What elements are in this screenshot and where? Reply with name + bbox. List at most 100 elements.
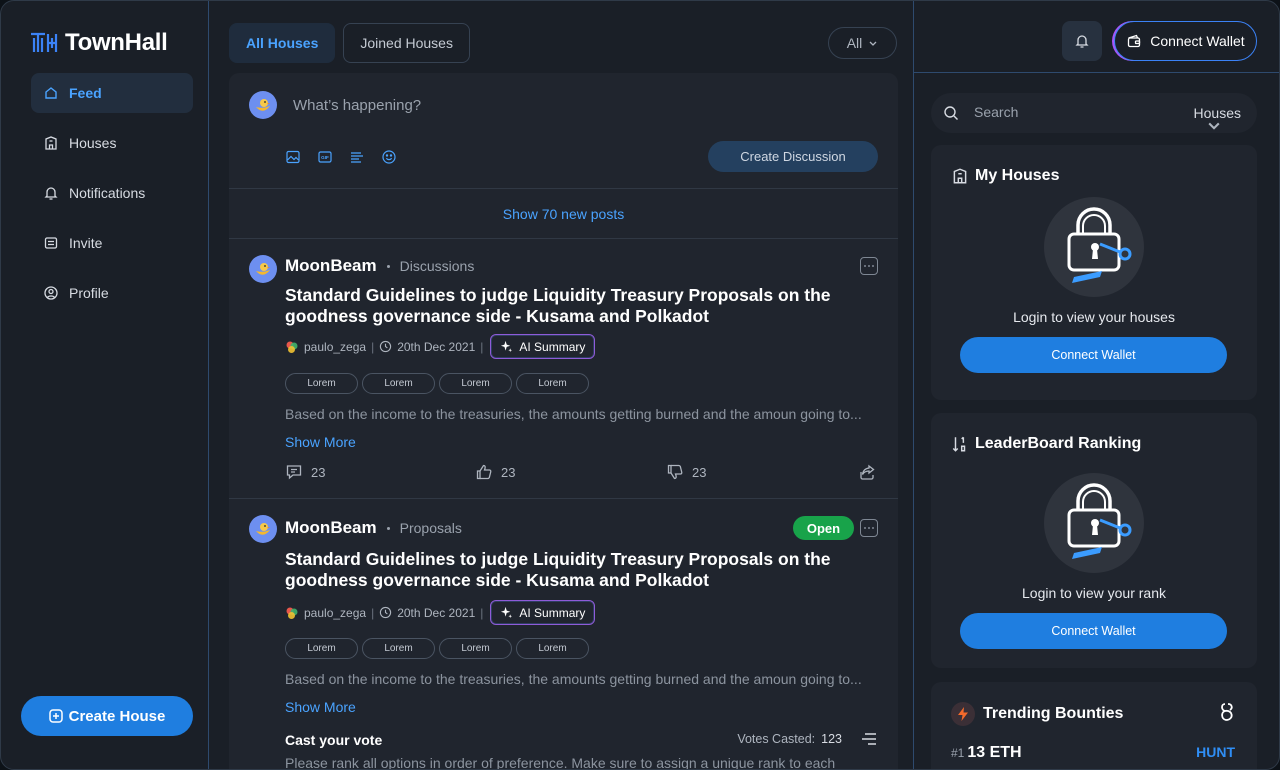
tab-all-houses[interactable]: All Houses xyxy=(229,23,336,63)
sidebar-item-label: Houses xyxy=(69,135,117,151)
post-excerpt: Based on the income to the treasuries, t… xyxy=(285,406,862,422)
post-username[interactable]: paulo_zega xyxy=(304,606,366,620)
bounties-title: Trending Bounties xyxy=(983,705,1124,722)
post-tags: Lorem Lorem Lorem Lorem xyxy=(285,638,589,659)
right-panel: Connect Wallet Houses My Houses xyxy=(914,1,1279,769)
comments-button[interactable]: 23 xyxy=(285,463,325,481)
bell-icon xyxy=(44,187,58,200)
create-house-button[interactable]: Create House xyxy=(21,696,193,736)
image-icon[interactable] xyxy=(285,149,301,165)
sidebar-item-houses[interactable]: Houses xyxy=(31,123,193,163)
tag-chip[interactable]: Lorem xyxy=(516,373,589,394)
feed-tabs: All Houses Joined Houses xyxy=(229,23,470,63)
sidebar-item-notifications[interactable]: Notifications xyxy=(31,173,193,213)
separator-dot xyxy=(386,526,390,530)
sidebar-nav: Feed Houses Notifications Invite Profile xyxy=(31,73,193,323)
sidebar-item-label: Feed xyxy=(69,85,102,101)
vote-instructions: Please rank all options in order of pref… xyxy=(285,755,836,770)
bolt-badge xyxy=(951,702,975,726)
emoji-icon[interactable] xyxy=(381,149,397,165)
connect-wallet-button[interactable]: Connect Wallet xyxy=(1114,21,1257,61)
feed-filter-dropdown[interactable]: All xyxy=(828,27,897,59)
post-author[interactable]: MoonBeam xyxy=(285,518,377,538)
tag-chip[interactable]: Lorem xyxy=(362,638,435,659)
lightning-icon xyxy=(958,707,968,721)
sidebar-item-profile[interactable]: Profile xyxy=(31,273,193,313)
filter-value: All xyxy=(846,35,863,51)
post-author[interactable]: MoonBeam xyxy=(285,256,377,276)
comment-icon xyxy=(286,465,302,480)
create-discussion-button[interactable]: Create Discussion xyxy=(708,141,878,172)
votes-casted-label: Votes Casted: xyxy=(737,732,816,746)
my-houses-connect-wallet-button[interactable]: Connect Wallet xyxy=(960,337,1227,373)
avatar[interactable] xyxy=(249,515,277,543)
post-username[interactable]: paulo_zega xyxy=(304,340,366,354)
post-date: 20th Dec 2021 xyxy=(397,339,476,354)
ai-summary-button[interactable]: AI Summary xyxy=(490,600,596,625)
tag-chip[interactable]: Lorem xyxy=(439,638,512,659)
lock-key-icon xyxy=(1067,207,1132,283)
post-category: Discussions xyxy=(399,258,475,274)
search-input[interactable] xyxy=(974,104,1154,120)
ai-summary-button[interactable]: AI Summary xyxy=(490,334,596,359)
ranking-list-icon[interactable] xyxy=(860,731,878,747)
show-new-posts-link[interactable]: Show 70 new posts xyxy=(229,189,898,239)
post-actions: 23 23 23 xyxy=(285,463,878,483)
avatar[interactable] xyxy=(249,91,277,119)
main-feed-column: All Houses Joined Houses All What’s happ… xyxy=(209,1,914,770)
bounty-tag[interactable]: HUNT xyxy=(1196,744,1235,760)
clock-icon xyxy=(380,340,392,353)
composer-input[interactable]: What’s happening? xyxy=(293,97,421,114)
leaderboard-message: Login to view your rank xyxy=(1022,585,1166,601)
like-button[interactable]: 23 xyxy=(475,463,515,481)
post-meta: paulo_zega | 20th Dec 2021 | AI Summary xyxy=(285,334,596,359)
share-button[interactable] xyxy=(858,463,876,481)
show-more-link[interactable]: Show More xyxy=(285,699,356,715)
avatar[interactable] xyxy=(249,255,277,283)
ai-summary-label: AI Summary xyxy=(519,605,586,620)
tag-chip[interactable]: Lorem xyxy=(516,638,589,659)
connect-wallet-label: Connect Wallet xyxy=(1150,33,1245,49)
poll-icon[interactable] xyxy=(349,149,365,165)
tag-chip[interactable]: Lorem xyxy=(439,373,512,394)
sparkle-icon xyxy=(501,340,513,353)
show-more-link[interactable]: Show More xyxy=(285,434,356,450)
dislike-button[interactable]: 23 xyxy=(666,463,706,481)
feed-panel: What’s happening? GIF Create Discussion … xyxy=(229,73,898,770)
lock-illustration xyxy=(1044,197,1144,297)
status-badge: Open xyxy=(793,516,854,540)
composer-tools: GIF xyxy=(285,149,397,165)
duck-avatar-icon xyxy=(256,99,270,111)
post-more-button[interactable] xyxy=(860,257,878,275)
card-title: Trending Bounties xyxy=(951,702,1123,726)
sparkle-icon xyxy=(501,606,513,619)
lock-key-icon xyxy=(1067,483,1132,559)
townhall-logo[interactable]: TownHall xyxy=(29,29,168,57)
bounty-brand-icon[interactable] xyxy=(1219,702,1237,722)
building-icon xyxy=(953,168,967,184)
post-date: 20th Dec 2021 xyxy=(397,605,476,620)
tab-joined-houses[interactable]: Joined Houses xyxy=(343,23,470,63)
sidebar-item-label: Profile xyxy=(69,285,109,301)
leaderboard-connect-wallet-button[interactable]: Connect Wallet xyxy=(960,613,1227,649)
duck-avatar-icon xyxy=(256,523,270,535)
chevron-down-icon xyxy=(1207,122,1220,130)
tag-chip[interactable]: Lorem xyxy=(285,638,358,659)
post-more-button[interactable] xyxy=(860,519,878,537)
separator-dot xyxy=(386,264,390,268)
bounty-rank: #1 xyxy=(951,746,965,760)
card-title: My Houses xyxy=(951,167,1059,185)
bounty-item[interactable]: #1 13 ETH HUNT xyxy=(951,744,1235,762)
post-title[interactable]: Standard Guidelines to judge Liquidity T… xyxy=(285,549,845,591)
post-title[interactable]: Standard Guidelines to judge Liquidity T… xyxy=(285,285,845,327)
gif-icon[interactable]: GIF xyxy=(317,149,333,165)
search-scope-dropdown[interactable]: Houses xyxy=(1194,105,1241,130)
tag-chip[interactable]: Lorem xyxy=(362,373,435,394)
plus-square-icon xyxy=(48,709,63,723)
notifications-button[interactable] xyxy=(1062,21,1102,61)
tag-chip[interactable]: Lorem xyxy=(285,373,358,394)
votes-casted: Votes Casted: 123 xyxy=(737,732,842,746)
sidebar-item-feed[interactable]: Feed xyxy=(31,73,193,113)
sidebar-item-invite[interactable]: Invite xyxy=(31,223,193,263)
bell-icon xyxy=(1075,35,1089,48)
